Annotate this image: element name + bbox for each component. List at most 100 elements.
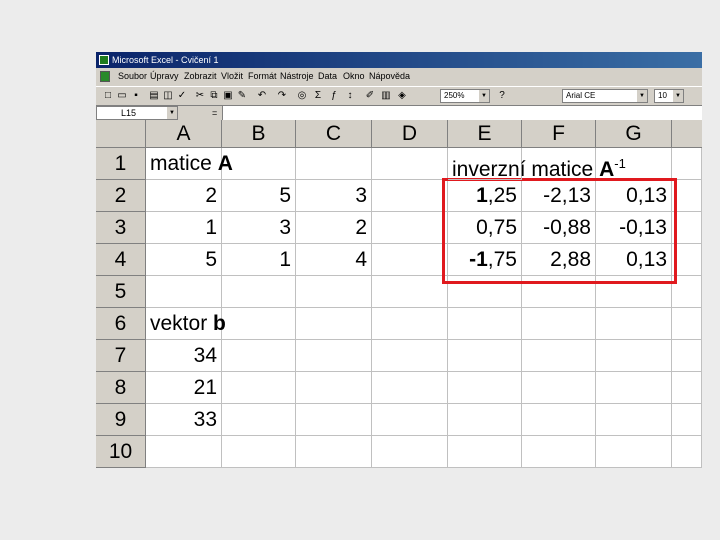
cell-f8[interactable] (522, 372, 596, 404)
cell-b9[interactable] (222, 404, 296, 436)
cell-f9[interactable] (522, 404, 596, 436)
menu-upravy[interactable]: Úpravy (150, 71, 179, 81)
cell-a4[interactable]: 5 (146, 244, 222, 276)
chart-icon[interactable]: ▥ (380, 90, 392, 102)
cell-d3[interactable] (372, 212, 448, 244)
function-icon[interactable]: ƒ (328, 90, 340, 102)
cell-g2[interactable]: 0,13 (596, 180, 672, 212)
cell-e4[interactable]: -1,75 (448, 244, 522, 276)
map-icon[interactable]: ◈ (396, 90, 408, 102)
cell-f10[interactable] (522, 436, 596, 468)
cell-a6[interactable]: vektor b (146, 308, 226, 340)
row-header-6[interactable]: 6 (96, 308, 146, 340)
cell-f2[interactable]: -2,13 (522, 180, 596, 212)
cell-a3[interactable]: 1 (146, 212, 222, 244)
cell-b2[interactable]: 5 (222, 180, 296, 212)
cell-a10[interactable] (146, 436, 222, 468)
cell-h5[interactable] (672, 276, 702, 308)
cell-h6[interactable] (672, 308, 702, 340)
cell-h7[interactable] (672, 340, 702, 372)
cell-h1[interactable] (672, 148, 702, 180)
cell-g9[interactable] (596, 404, 672, 436)
cell-d8[interactable] (372, 372, 448, 404)
cell-d9[interactable] (372, 404, 448, 436)
name-box[interactable]: L15 ▼ (96, 106, 178, 120)
cell-a9[interactable]: 33 (146, 404, 222, 436)
row-header-5[interactable]: 5 (96, 276, 146, 308)
chevron-down-icon[interactable]: ▼ (167, 107, 177, 119)
cell-e5[interactable] (448, 276, 522, 308)
chevron-down-icon[interactable]: ▼ (479, 90, 489, 102)
column-header-c[interactable]: C (296, 120, 372, 148)
hyperlink-icon[interactable]: ◎ (296, 90, 308, 102)
draw-icon[interactable]: ✐ (364, 90, 376, 102)
cell-c9[interactable] (296, 404, 372, 436)
new-icon[interactable]: □ (102, 90, 114, 102)
format-painter-icon[interactable]: ✎ (236, 90, 248, 102)
cell-d1[interactable] (372, 148, 448, 180)
zoom-select[interactable]: 250% ▼ (440, 89, 490, 103)
open-icon[interactable]: ▭ (116, 90, 128, 102)
menu-soubor[interactable]: Soubor (118, 71, 147, 81)
row-header-1[interactable]: 1 (96, 148, 146, 180)
cell-e3[interactable]: 0,75 (448, 212, 522, 244)
row-header-8[interactable]: 8 (96, 372, 146, 404)
cell-d10[interactable] (372, 436, 448, 468)
row-header-2[interactable]: 2 (96, 180, 146, 212)
cell-e2[interactable]: 1,25 (448, 180, 522, 212)
column-header-d[interactable]: D (372, 120, 448, 148)
sort-icon[interactable]: ↕ (344, 90, 356, 102)
cell-h4[interactable] (672, 244, 702, 276)
menu-format[interactable]: Formát (248, 71, 277, 81)
cell-g4[interactable]: 0,13 (596, 244, 672, 276)
row-header-4[interactable]: 4 (96, 244, 146, 276)
cell-b6[interactable] (222, 308, 296, 340)
cell-e9[interactable] (448, 404, 522, 436)
cell-c6[interactable] (296, 308, 372, 340)
cell-c10[interactable] (296, 436, 372, 468)
cell-g6[interactable] (596, 308, 672, 340)
save-icon[interactable]: ▪ (130, 90, 142, 102)
cell-c2[interactable]: 3 (296, 180, 372, 212)
cell-a7[interactable]: 34 (146, 340, 222, 372)
formula-input[interactable] (222, 106, 702, 120)
menu-zobrazit[interactable]: Zobrazit (184, 71, 217, 81)
cell-b7[interactable] (222, 340, 296, 372)
cell-g8[interactable] (596, 372, 672, 404)
menu-okno[interactable]: Okno (343, 71, 365, 81)
row-header-10[interactable]: 10 (96, 436, 146, 468)
font-select[interactable]: Arial CE ▼ (562, 89, 648, 103)
cell-d7[interactable] (372, 340, 448, 372)
cell-h3[interactable] (672, 212, 702, 244)
cell-d4[interactable] (372, 244, 448, 276)
spelling-icon[interactable]: ✓ (176, 90, 188, 102)
cell-a8[interactable]: 21 (146, 372, 222, 404)
cell-c8[interactable] (296, 372, 372, 404)
redo-icon[interactable]: ↷ (276, 90, 288, 102)
cell-b10[interactable] (222, 436, 296, 468)
menu-nastroje[interactable]: Nástroje (280, 71, 314, 81)
cell-a2[interactable]: 2 (146, 180, 222, 212)
select-all-corner[interactable] (96, 120, 146, 148)
autosum-icon[interactable]: Σ (312, 90, 324, 102)
menu-napoveda[interactable]: Nápověda (369, 71, 410, 81)
copy-icon[interactable]: ⧉ (208, 90, 220, 102)
column-header-partial[interactable] (672, 120, 702, 148)
help-icon[interactable]: ? (496, 90, 508, 102)
cell-d5[interactable] (372, 276, 448, 308)
cell-f5[interactable] (522, 276, 596, 308)
cell-c7[interactable] (296, 340, 372, 372)
menu-data[interactable]: Data (318, 71, 337, 81)
cell-f7[interactable] (522, 340, 596, 372)
cell-g10[interactable] (596, 436, 672, 468)
cell-e1[interactable]: inverzní matice A-1 (448, 148, 626, 181)
cell-d6[interactable] (372, 308, 448, 340)
cell-h2[interactable] (672, 180, 702, 212)
cell-c3[interactable]: 2 (296, 212, 372, 244)
cell-e6[interactable] (448, 308, 522, 340)
cell-d2[interactable] (372, 180, 448, 212)
cell-f6[interactable] (522, 308, 596, 340)
cut-icon[interactable]: ✂ (194, 90, 206, 102)
cell-a1[interactable]: matice A (146, 148, 233, 180)
cell-b4[interactable]: 1 (222, 244, 296, 276)
